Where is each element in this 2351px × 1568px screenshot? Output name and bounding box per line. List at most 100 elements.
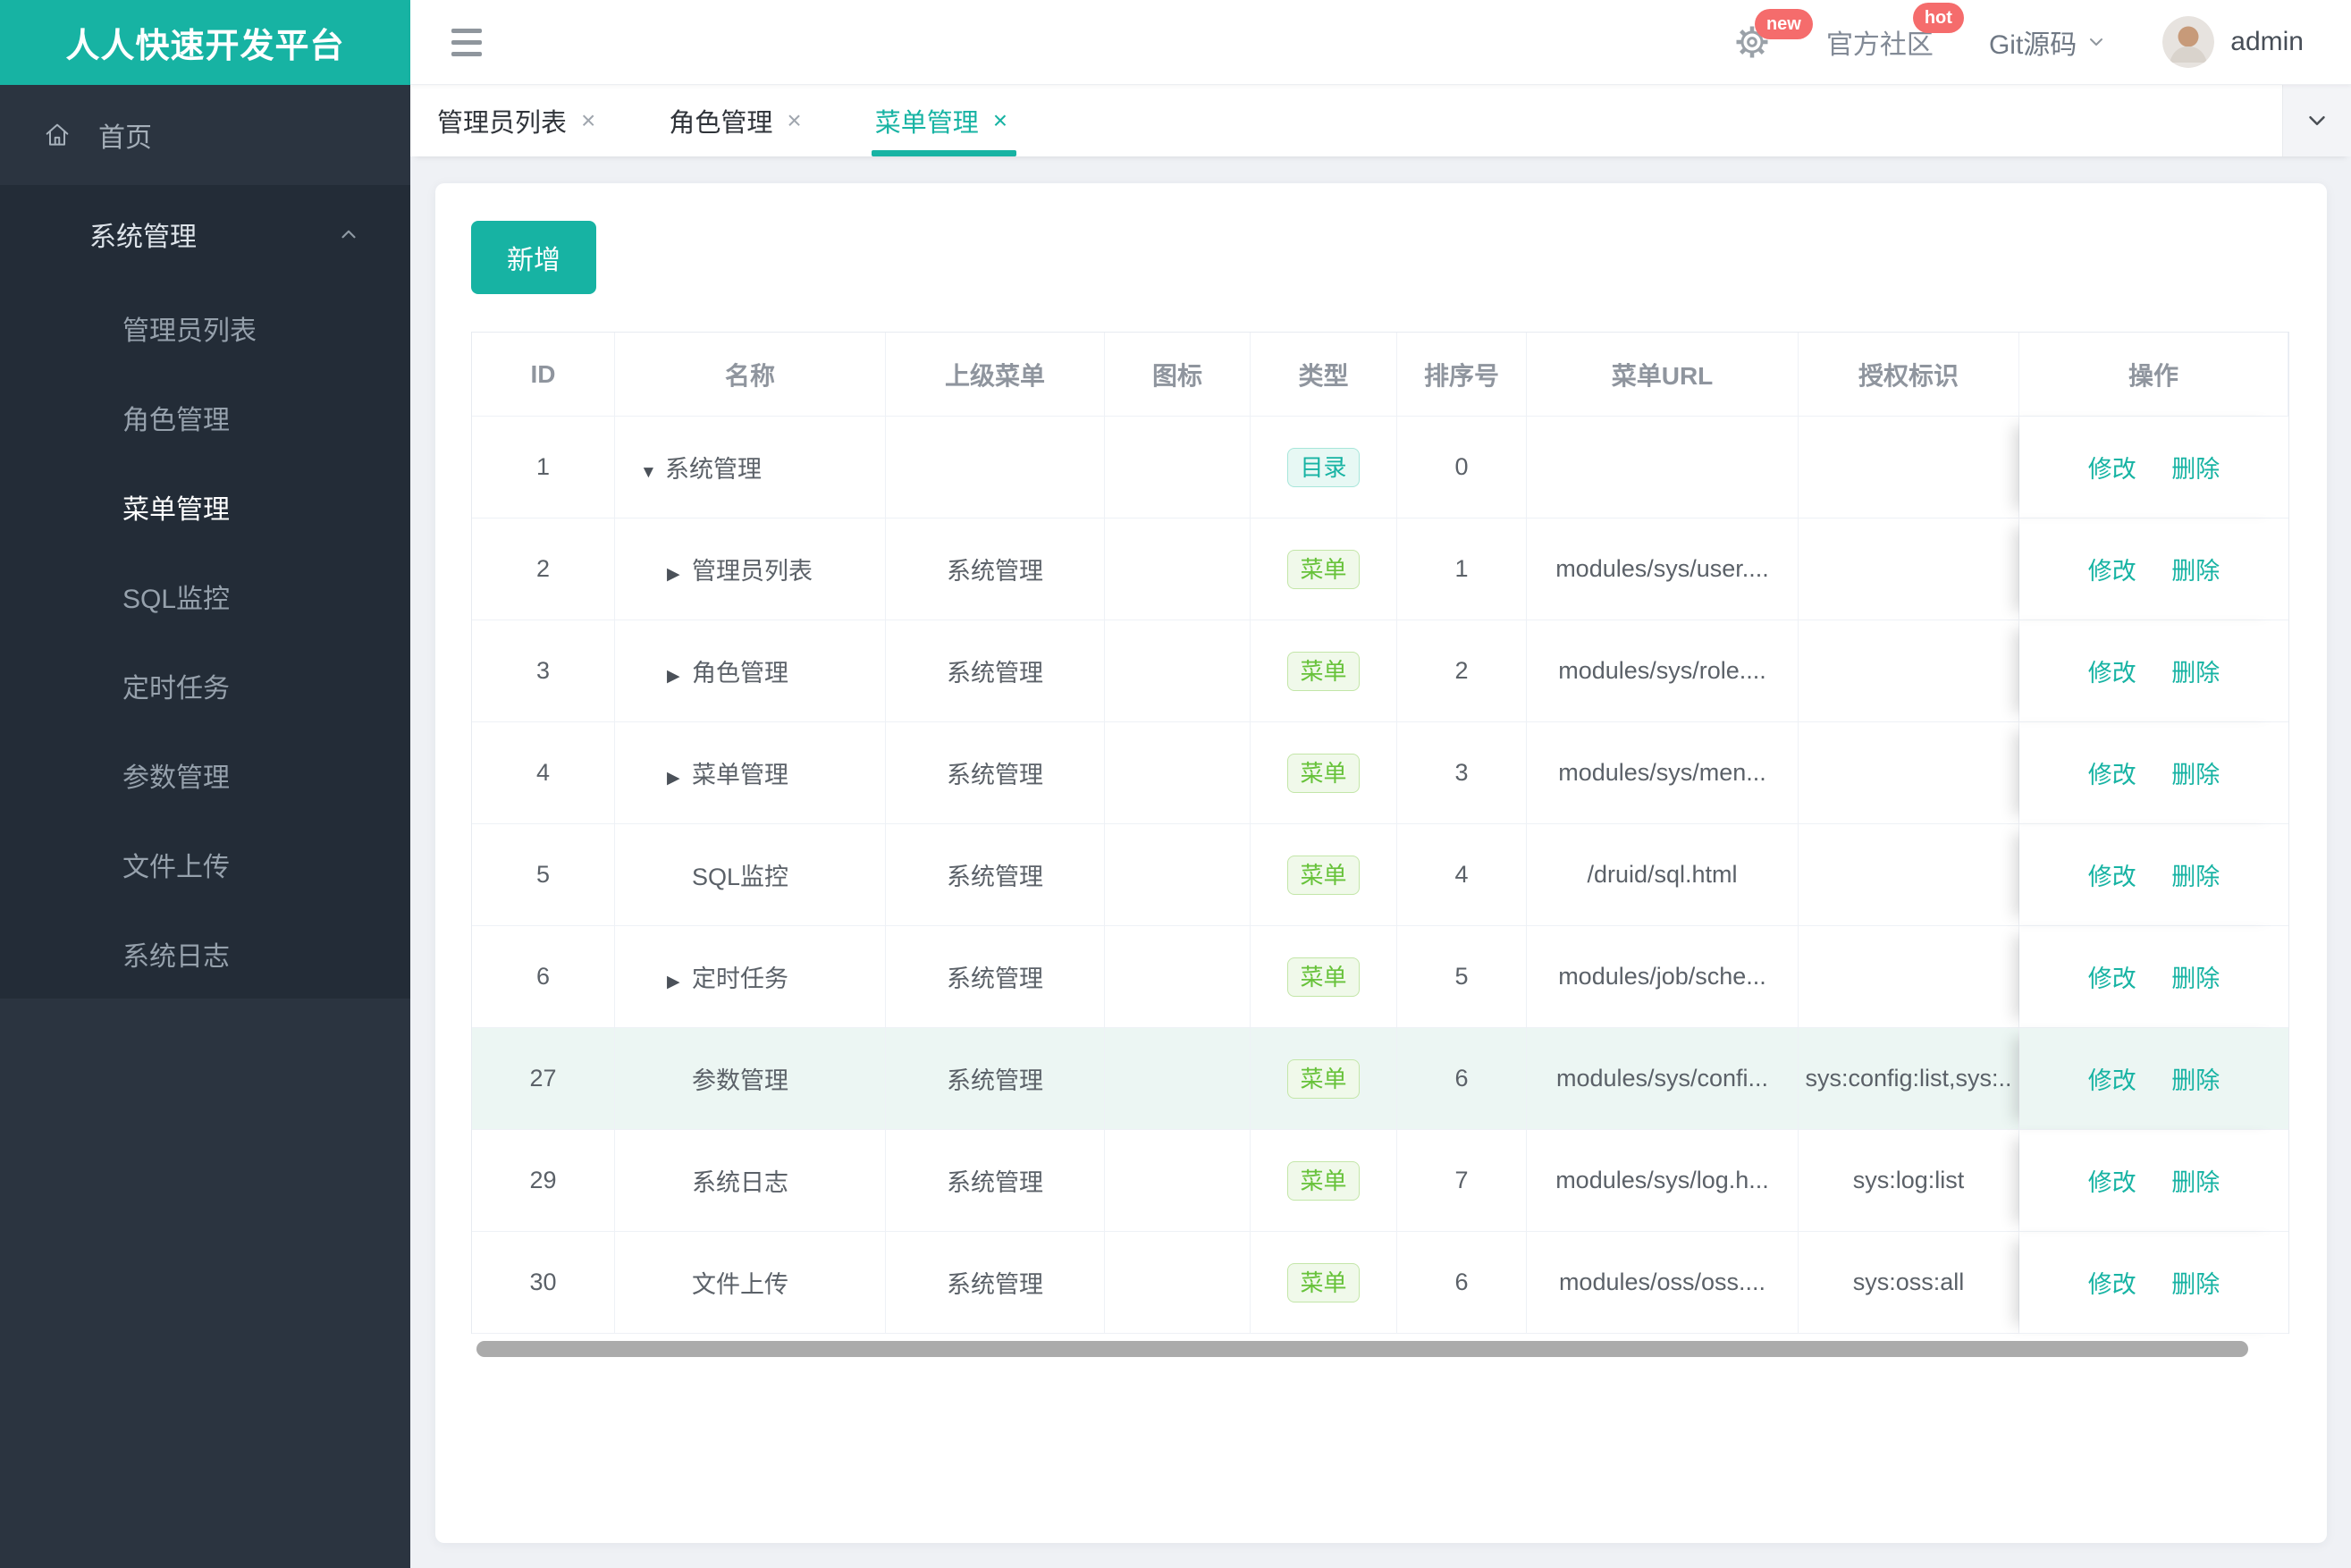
cell-type: 菜单 [1251, 1028, 1397, 1130]
table-row[interactable]: 2 ▶ 管理员列表 系统管理 菜单 1 modules/sys/user....… [472, 518, 2288, 620]
sidebar-submenu-item[interactable]: SQL监控 [0, 552, 410, 641]
edit-link[interactable]: 修改 [2088, 1169, 2136, 1196]
tree-expand-icon[interactable]: ▶ [667, 564, 692, 585]
sidebar-submenu: 管理员列表 角色管理 菜单管理 SQL监控 定时任务 参数管理 文件上传 系统日… [0, 283, 410, 999]
edit-link[interactable]: 修改 [2088, 456, 2136, 483]
close-icon[interactable]: × [581, 106, 595, 135]
cell-order: 2 [1397, 620, 1527, 722]
column-header: 授权标识 [1799, 333, 2019, 417]
cell-icon [1105, 824, 1251, 926]
cell-actions: 修改 删除 [2019, 518, 2288, 620]
tree-expand-icon[interactable]: ▶ [667, 972, 692, 992]
tab[interactable]: 管理员列表 × [437, 85, 595, 156]
cell-perms: sys:config:list,sys:.. [1799, 1028, 2019, 1130]
menu-table: ID 名称 上级菜单 图标 类型 排序号 菜单URL 授权标识 操作 1 ▼ 系… [471, 332, 2289, 1334]
delete-link[interactable]: 删除 [2171, 762, 2220, 788]
table-row[interactable]: 29 系统日志 系统管理 菜单 7 modules/sys/log.h... s… [472, 1130, 2288, 1232]
tree-expand-icon[interactable]: ▶ [667, 768, 692, 788]
menu-name: SQL监控 [692, 864, 789, 890]
sidebar-submenu-item[interactable]: 系统日志 [0, 909, 410, 999]
cell-order: 6 [1397, 1232, 1527, 1334]
table-row[interactable]: 3 ▶ 角色管理 系统管理 菜单 2 modules/sys/role.... … [472, 620, 2288, 722]
cell-type: 菜单 [1251, 926, 1397, 1028]
delete-link[interactable]: 删除 [2171, 1271, 2220, 1298]
app-window: 人人快速开发平台 首页 系统管理 管理员列表 角色管理 菜单管理 SQL监控 定… [0, 0, 2351, 1568]
column-header: 图标 [1105, 333, 1251, 417]
table-row[interactable]: 1 ▼ 系统管理 目录 0 修改 删除 [472, 417, 2288, 518]
sidebar-submenu-item[interactable]: 文件上传 [0, 820, 410, 909]
cell-actions: 修改 删除 [2019, 1232, 2288, 1334]
cell-name: ▼ 系统管理 [615, 417, 886, 518]
tree-expand-icon[interactable]: ▶ [667, 666, 692, 687]
tab-label: 管理员列表 [437, 109, 568, 138]
sidebar-submenu-label: 菜单管理 [122, 495, 230, 525]
cell-icon [1105, 722, 1251, 824]
delete-link[interactable]: 删除 [2171, 864, 2220, 890]
cell-type: 目录 [1251, 417, 1397, 518]
horizontal-scrollbar[interactable] [471, 1341, 2289, 1357]
scrollbar-thumb[interactable] [476, 1341, 2248, 1357]
tab-label: 角色管理 [669, 109, 773, 138]
sidebar-item-home[interactable]: 首页 [0, 85, 410, 185]
close-icon[interactable]: × [993, 106, 1007, 135]
cell-url: modules/sys/men... [1527, 722, 1799, 824]
cell-actions: 修改 删除 [2019, 926, 2288, 1028]
edit-link[interactable]: 修改 [2088, 1067, 2136, 1094]
sidebar-submenu-item[interactable]: 角色管理 [0, 373, 410, 462]
chevron-down-icon [2086, 31, 2107, 53]
tree-expand-icon[interactable]: ▼ [640, 463, 665, 483]
column-header: ID [472, 333, 615, 417]
community-label: 官方社区 [1825, 30, 1934, 60]
close-icon[interactable]: × [787, 106, 801, 135]
type-badge: 菜单 [1287, 1160, 1360, 1201]
cell-perms [1799, 824, 2019, 926]
user-menu[interactable]: admin [2162, 16, 2304, 68]
sidebar-group-system: 系统管理 管理员列表 角色管理 菜单管理 SQL监控 定时任务 参数管理 文件上… [0, 185, 410, 999]
type-badge: 菜单 [1287, 957, 1360, 997]
sidebar-group-toggle[interactable]: 系统管理 [0, 185, 410, 283]
delete-link[interactable]: 删除 [2171, 1169, 2220, 1196]
table-row[interactable]: 30 文件上传 系统管理 菜单 6 modules/oss/oss.... sy… [472, 1232, 2288, 1334]
sidebar-submenu-item[interactable]: 管理员列表 [0, 283, 410, 373]
delete-link[interactable]: 删除 [2171, 456, 2220, 483]
cell-url: modules/sys/log.h... [1527, 1130, 1799, 1232]
sidebar-submenu-item[interactable]: 参数管理 [0, 730, 410, 820]
edit-link[interactable]: 修改 [2088, 558, 2136, 585]
tab[interactable]: 角色管理 × [669, 85, 801, 156]
delete-link[interactable]: 删除 [2171, 1067, 2220, 1094]
menu-toggle-icon[interactable] [451, 28, 482, 56]
sidebar: 人人快速开发平台 首页 系统管理 管理员列表 角色管理 菜单管理 SQL监控 定… [0, 0, 410, 1568]
table-row[interactable]: 4 ▶ 菜单管理 系统管理 菜单 3 modules/sys/men... 修改… [472, 722, 2288, 824]
settings-button[interactable]: new [1733, 9, 1813, 61]
cell-parent: 系统管理 [886, 722, 1105, 824]
sidebar-submenu-item[interactable]: 菜单管理 [0, 462, 410, 552]
delete-link[interactable]: 删除 [2171, 660, 2220, 687]
edit-link[interactable]: 修改 [2088, 864, 2136, 890]
cell-url: modules/sys/user.... [1527, 518, 1799, 620]
type-badge: 目录 [1287, 447, 1360, 487]
table-row[interactable]: 5 SQL监控 系统管理 菜单 4 /druid/sql.html 修改 删除 [472, 824, 2288, 926]
edit-link[interactable]: 修改 [2088, 762, 2136, 788]
table-row[interactable]: 27 参数管理 系统管理 菜单 6 modules/sys/confi... s… [472, 1028, 2288, 1130]
sidebar-submenu-item[interactable]: 定时任务 [0, 641, 410, 730]
tabs-dropdown-button[interactable] [2282, 85, 2351, 156]
cell-name: 参数管理 [615, 1028, 886, 1130]
cell-parent: 系统管理 [886, 1232, 1105, 1334]
cell-order: 5 [1397, 926, 1527, 1028]
add-button[interactable]: 新增 [471, 221, 596, 294]
git-source-menu[interactable]: Git源码 [1989, 22, 2107, 62]
sidebar-home-label: 首页 [98, 123, 152, 153]
username-label: admin [2230, 27, 2304, 56]
delete-link[interactable]: 删除 [2171, 965, 2220, 992]
table-row[interactable]: 6 ▶ 定时任务 系统管理 菜单 5 modules/job/sche... 修… [472, 926, 2288, 1028]
sidebar-group-label: 系统管理 [89, 223, 197, 252]
edit-link[interactable]: 修改 [2088, 965, 2136, 992]
edit-link[interactable]: 修改 [2088, 660, 2136, 687]
type-badge: 菜单 [1287, 651, 1360, 691]
type-badge: 菜单 [1287, 753, 1360, 793]
tab[interactable]: 菜单管理 × [871, 85, 1017, 156]
edit-link[interactable]: 修改 [2088, 1271, 2136, 1298]
delete-link[interactable]: 删除 [2171, 558, 2220, 585]
community-link[interactable]: 官方社区 hot [1825, 3, 1964, 62]
type-badge: 菜单 [1287, 1058, 1360, 1099]
